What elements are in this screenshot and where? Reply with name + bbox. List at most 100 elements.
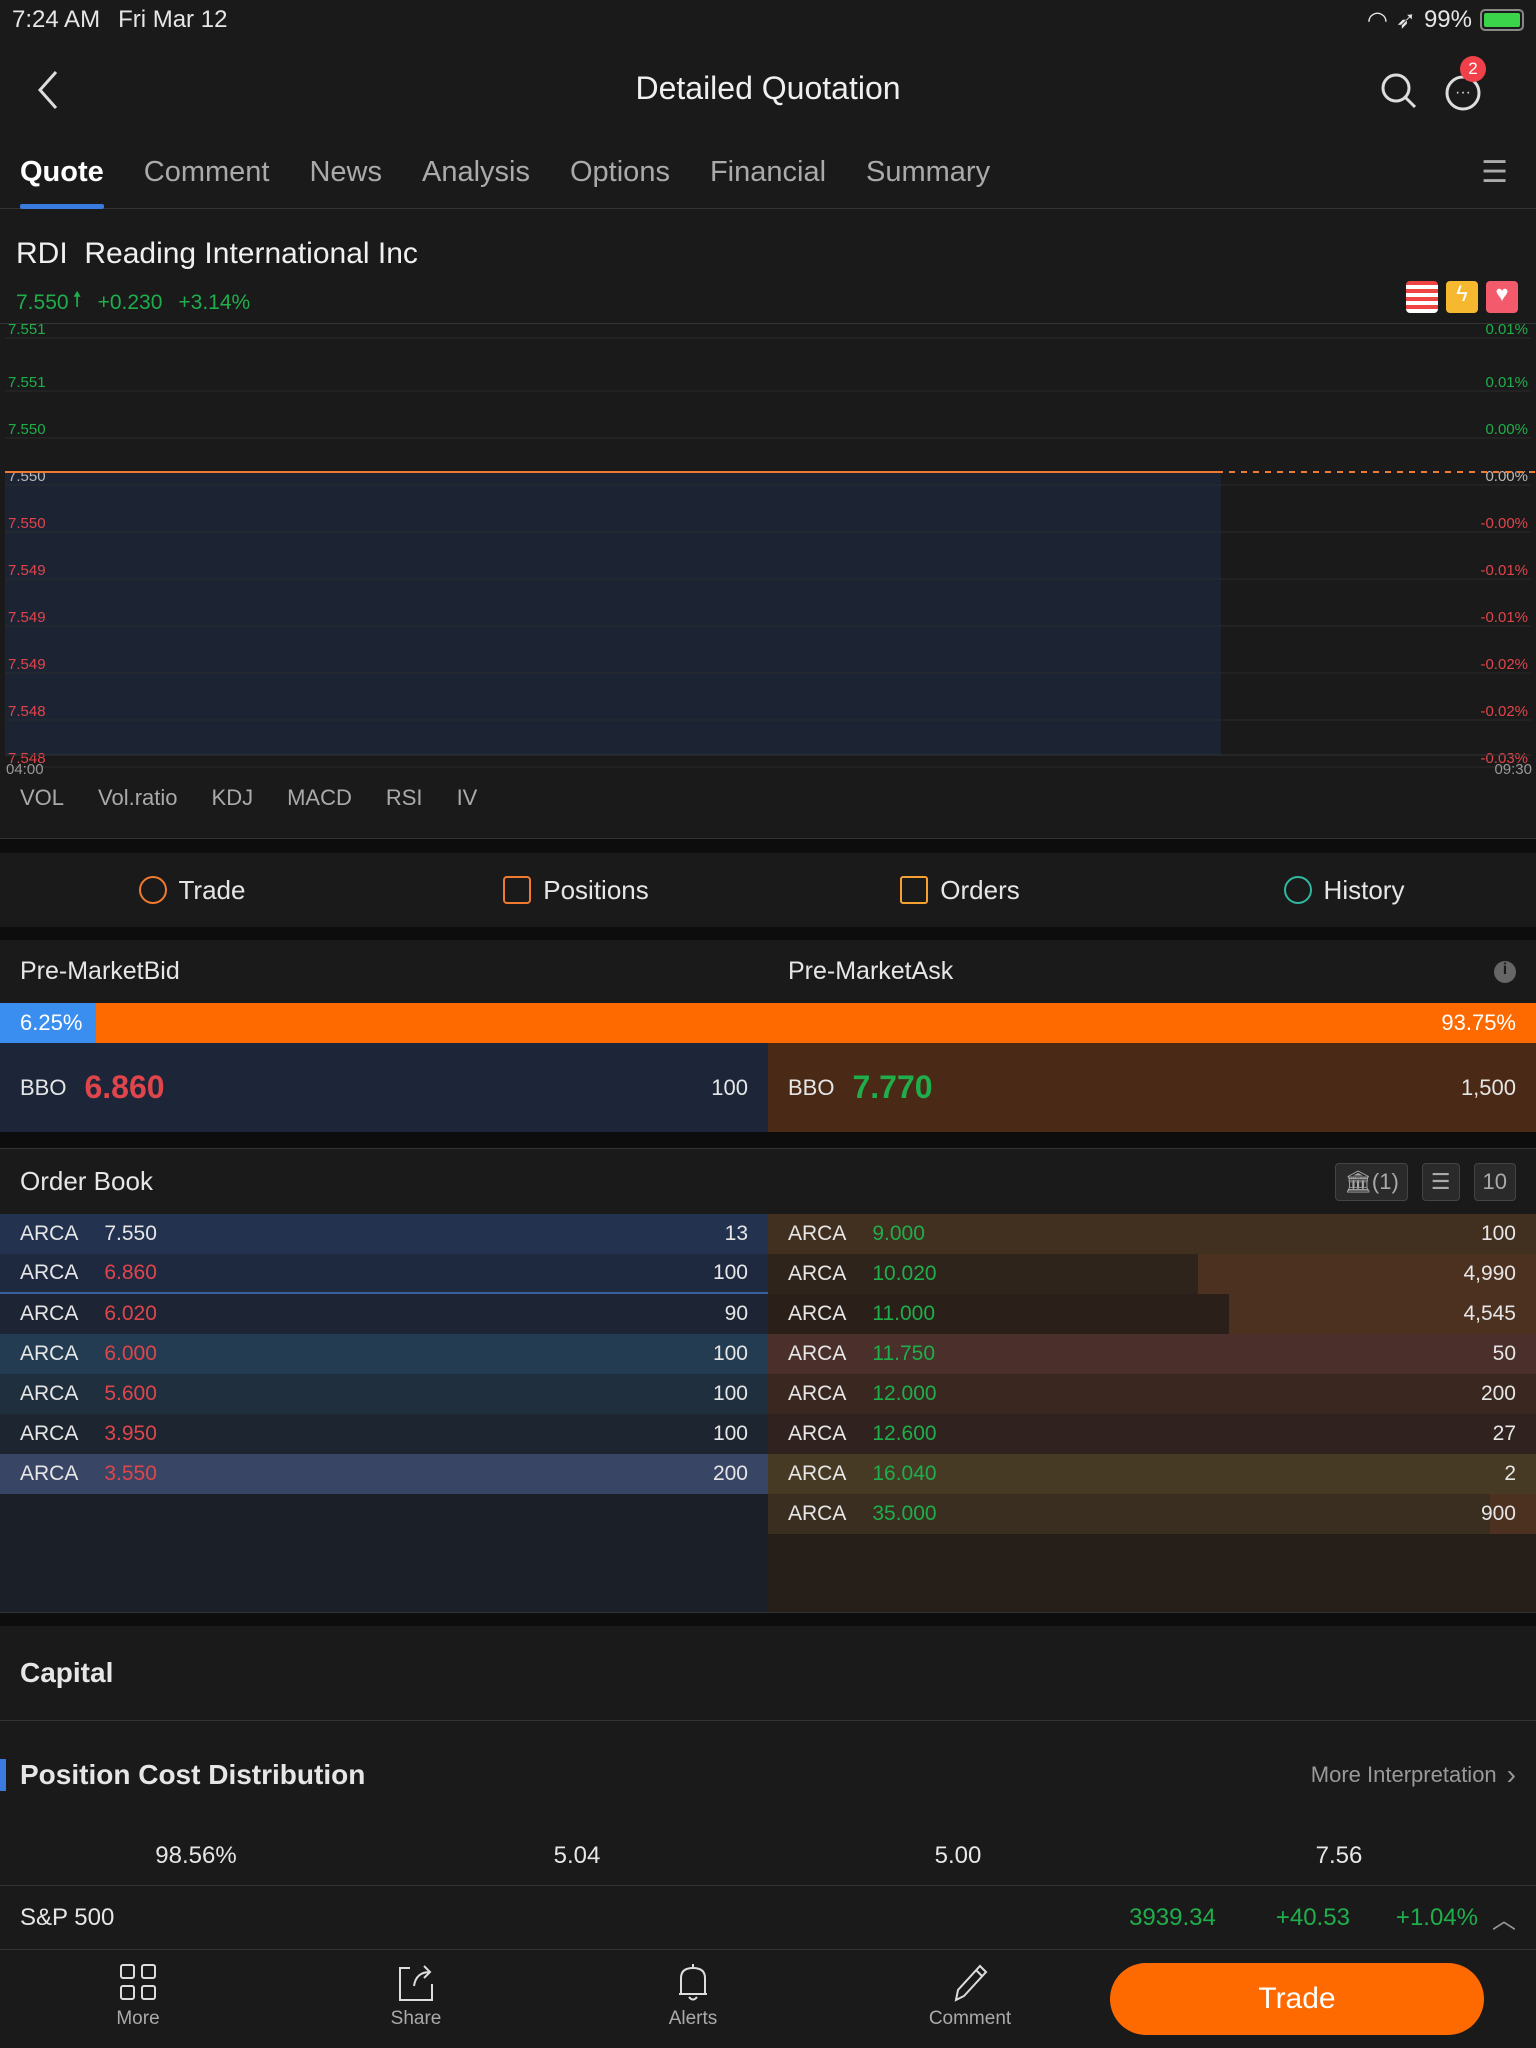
- divider: [0, 1132, 1536, 1149]
- more-interpretation-link[interactable]: More Interpretation: [1311, 1762, 1497, 1788]
- depth-button[interactable]: 10: [1473, 1162, 1516, 1201]
- ask-row[interactable]: ARCA 11.000 4,545: [768, 1294, 1536, 1334]
- menu-icon[interactable]: ☰: [1481, 155, 1508, 190]
- svg-text:···: ···: [1455, 84, 1471, 101]
- tab-comment[interactable]: Comment: [144, 137, 270, 209]
- share-button[interactable]: Share: [356, 1962, 476, 2030]
- bbo-bid[interactable]: BBO 6.860 100: [0, 1043, 768, 1132]
- ask-side: ARCA 9.000 100 ARCA 10.020 4,990 ARCA 11.000 4,5…: [768, 1214, 1536, 1612]
- price: 3.550: [104, 1462, 157, 1485]
- tab-financial[interactable]: Financial: [710, 137, 826, 209]
- avg-cost: 5.04: [553, 1842, 601, 1869]
- divider: [0, 838, 1536, 853]
- bid-row[interactable]: ARCA 6.000 100: [0, 1334, 768, 1374]
- size: 4,990: [1463, 1262, 1516, 1285]
- index-ticker[interactable]: S&P 500 3939.34 +40.53 +1.04% ︿: [0, 1886, 1536, 1950]
- y-tick-right: -0.00%: [1480, 515, 1528, 532]
- price: 6.000: [104, 1342, 157, 1365]
- price: 6.860: [104, 1261, 157, 1284]
- indicator-kdj[interactable]: KDJ: [212, 785, 254, 811]
- bank-icon: 🏛: [1343, 1168, 1372, 1194]
- bid-side: ARCA 7.550 13 ARCA 6.860 100 ARCA 6.020 90 ARCA 6.…: [0, 1214, 768, 1612]
- bottom-bar: More Share Alerts Comment Trade: [0, 1950, 1536, 2048]
- position-cost-values: 98.56% 5.04 5.00 7.56: [0, 1828, 1536, 1886]
- more-button[interactable]: More: [78, 1962, 198, 2030]
- price: 9.000: [872, 1222, 925, 1245]
- x-tick-end: 09:30: [1494, 761, 1532, 778]
- indicator-vol-ratio[interactable]: Vol.ratio: [98, 785, 178, 811]
- nav-bar: Detailed Quotation ··· 2: [0, 40, 1536, 137]
- trade-tabs: Trade Positions Orders History: [0, 853, 1536, 927]
- price: 5.600: [104, 1382, 157, 1405]
- ask-row[interactable]: ARCA 10.020 4,990: [768, 1254, 1536, 1294]
- indicator-rsi[interactable]: RSI: [386, 785, 423, 811]
- bid-row[interactable]: ARCA 7.550 13: [0, 1214, 768, 1254]
- orders-tab-label: Orders: [940, 874, 1020, 905]
- ask-row[interactable]: ARCA 12.600 27: [768, 1414, 1536, 1454]
- bid-row[interactable]: ARCA 3.550 200: [0, 1454, 768, 1494]
- exchange: ARCA: [788, 1302, 847, 1325]
- stock-symbol: RDI: [16, 237, 68, 270]
- chevron-up-icon[interactable]: ︿: [1492, 1900, 1516, 1935]
- chart-area-fill: [5, 472, 1221, 755]
- tab-analysis[interactable]: Analysis: [422, 137, 530, 209]
- index-name: S&P 500: [20, 1903, 115, 1931]
- positions-tab[interactable]: Positions: [384, 875, 768, 906]
- price: 35.000: [872, 1502, 937, 1525]
- ask-row[interactable]: ARCA 12.000 200: [768, 1374, 1536, 1414]
- pencil-icon: [954, 1964, 988, 2002]
- alerts-button[interactable]: Alerts: [633, 1962, 753, 2030]
- size: 100: [712, 1261, 748, 1284]
- history-tab[interactable]: History: [1152, 875, 1536, 906]
- tab-news[interactable]: News: [309, 137, 382, 209]
- ask-row[interactable]: ARCA 9.000 100: [768, 1214, 1536, 1254]
- search-icon[interactable]: [1380, 72, 1418, 110]
- y-tick-right: 0.00%: [1485, 421, 1528, 438]
- capital-section[interactable]: Capital: [0, 1626, 1536, 1721]
- divider: [0, 927, 1536, 940]
- capital-title: Capital: [20, 1657, 114, 1688]
- bbo-bid-price: 6.860: [84, 1069, 165, 1105]
- bid-row[interactable]: ARCA 6.860 100: [0, 1254, 768, 1294]
- exchange: ARCA: [788, 1222, 847, 1245]
- exchange: ARCA: [788, 1422, 847, 1445]
- ask-row[interactable]: ARCA 16.040 2: [768, 1454, 1536, 1494]
- bbo-bid-label: BBO: [20, 1074, 67, 1100]
- trade-tab[interactable]: Trade: [0, 875, 384, 906]
- tab-quote[interactable]: Quote: [20, 137, 104, 209]
- chevron-right-icon[interactable]: ›: [1507, 1759, 1516, 1791]
- exchange: ARCA: [20, 1342, 79, 1365]
- share-icon: [399, 1965, 433, 2001]
- battery-icon: [1480, 9, 1524, 31]
- indicator-vol[interactable]: VOL: [20, 785, 64, 811]
- divider: [0, 1612, 1536, 1626]
- tab-summary[interactable]: Summary: [866, 137, 990, 209]
- bid-row[interactable]: ARCA 6.020 90: [0, 1294, 768, 1334]
- size: 200: [1480, 1382, 1516, 1405]
- exchange-filter-button[interactable]: 🏛 (1): [1334, 1162, 1408, 1201]
- history-tab-label: History: [1323, 874, 1405, 905]
- more-label: More: [116, 2008, 160, 2029]
- indicator-macd[interactable]: MACD: [287, 785, 352, 811]
- favorite-heart-icon[interactable]: ♥: [1486, 281, 1518, 313]
- bid-row[interactable]: ARCA 5.600 100: [0, 1374, 768, 1414]
- bid-ask-ratio-bar: 6.25% 93.75%: [0, 1003, 1536, 1043]
- ask-row[interactable]: ARCA 35.000 900: [768, 1494, 1536, 1534]
- bbo-ask[interactable]: BBO 7.770 1,500: [768, 1043, 1536, 1132]
- status-bar: 7:24 AM Fri Mar 12 ◠ ➶ 99%: [0, 0, 1536, 40]
- ask-row[interactable]: ARCA 11.750 50: [768, 1334, 1536, 1374]
- alerts-label: Alerts: [668, 2008, 718, 2029]
- tab-options[interactable]: Options: [570, 137, 670, 209]
- info-icon[interactable]: i: [1494, 960, 1516, 983]
- orders-tab[interactable]: Orders: [768, 875, 1152, 906]
- trade-icon: [138, 876, 167, 904]
- price: 12.000: [872, 1382, 937, 1405]
- grid-icon: [120, 1964, 156, 2000]
- lightning-icon[interactable]: ϟ: [1446, 281, 1478, 313]
- price-chart[interactable]: 7.551 0.01% 7.551 0.01% 7.550 0.00% 7.550 0.00%…: [0, 324, 1536, 854]
- indicator-iv[interactable]: IV: [457, 785, 478, 811]
- settings-sliders-icon[interactable]: ☰: [1421, 1162, 1460, 1201]
- trade-button[interactable]: Trade: [1110, 1963, 1484, 2035]
- comment-button[interactable]: Comment: [910, 1962, 1030, 2030]
- bid-row[interactable]: ARCA 3.950 100: [0, 1414, 768, 1454]
